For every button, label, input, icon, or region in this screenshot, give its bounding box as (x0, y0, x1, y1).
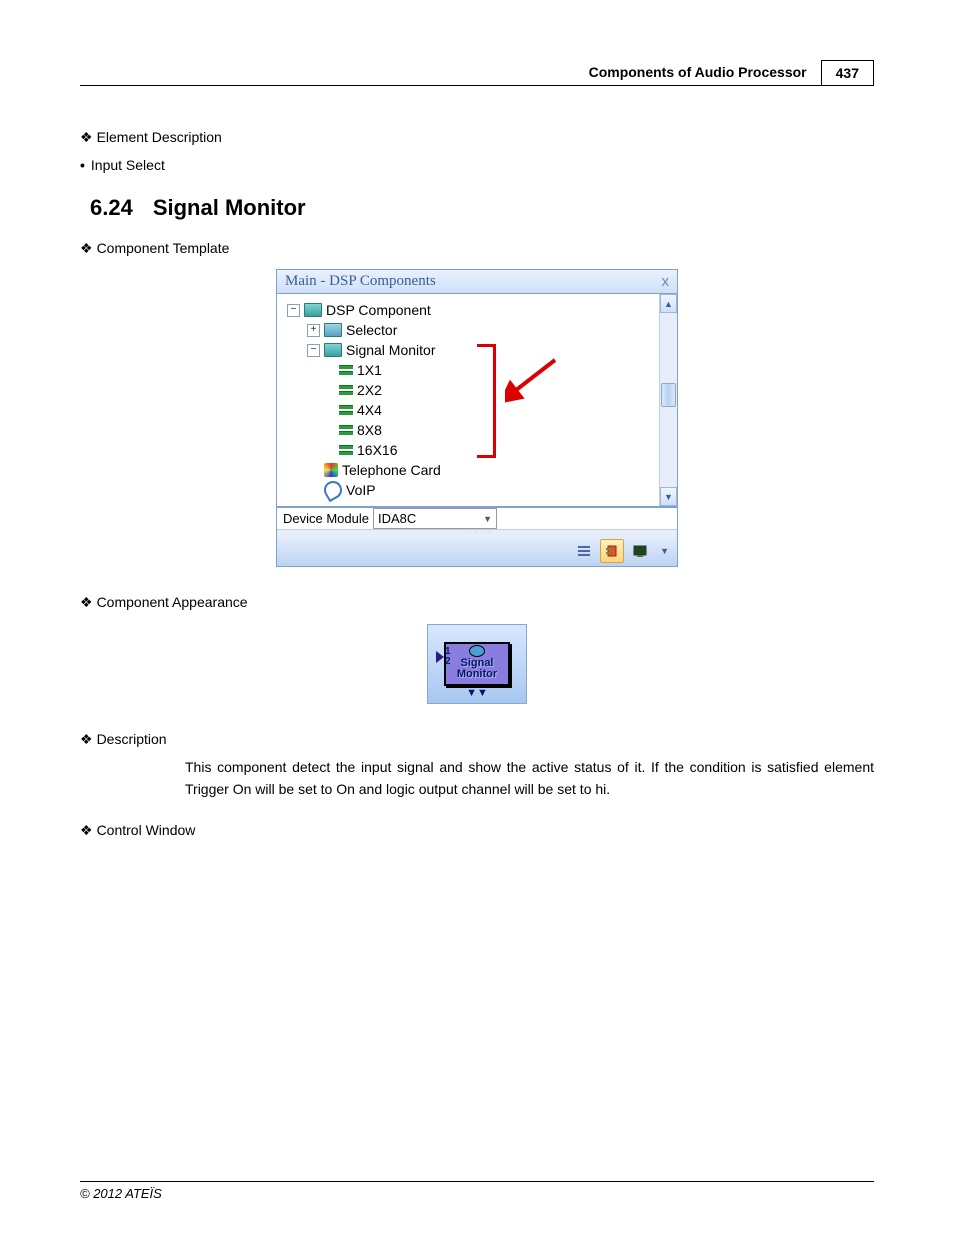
tree-label: 2X2 (357, 382, 382, 398)
scroll-up-icon[interactable]: ▲ (660, 294, 677, 313)
tree-label: Signal Monitor (346, 342, 436, 358)
tree-label: 4X4 (357, 402, 382, 418)
scroll-thumb[interactable] (661, 383, 676, 407)
expand-icon[interactable]: + (307, 324, 320, 337)
port-number: 2 (445, 657, 451, 667)
page-number: 437 (821, 60, 874, 85)
dsp-tree: − DSP Component + Selector − Signal Moni… (277, 294, 677, 506)
section-title: Signal Monitor (153, 195, 306, 221)
chevron-down-icon: ▼ (483, 514, 492, 524)
section-number: 6.24 (90, 195, 133, 221)
section-heading: 6.24 Signal Monitor (90, 195, 874, 221)
element-description-heading: Element Description (80, 126, 874, 148)
header-title: Components of Audio Processor (581, 60, 815, 85)
annotation-bracket (477, 344, 496, 458)
folder-closed-icon (324, 323, 342, 337)
component-appearance-block: 1 2 Signal Monitor ▼▼ (427, 624, 527, 704)
close-icon[interactable]: x (662, 273, 670, 290)
page-header: Components of Audio Processor 437 (80, 60, 874, 86)
folder-open-icon (304, 303, 322, 317)
component-input-ports: 1 2 (436, 647, 451, 667)
tree-voip[interactable]: VoIP (287, 480, 673, 500)
copyright: © 2012 ATEÏS (80, 1186, 162, 1201)
page-footer: © 2012 ATEÏS (80, 1181, 874, 1201)
device-module-value: IDA8C (378, 511, 416, 526)
port-triangle-icon (436, 651, 444, 663)
description-text: This component detect the input signal a… (185, 756, 874, 801)
folder-open-icon (324, 343, 342, 357)
input-select-item: Input Select (80, 154, 874, 176)
telephone-icon (324, 463, 338, 477)
module-icon (339, 445, 353, 455)
collapse-icon[interactable]: − (307, 344, 320, 357)
device-module-select[interactable]: IDA8C ▼ (373, 508, 497, 529)
scrollbar[interactable]: ▲ ▼ (659, 294, 677, 506)
toolbar-dropdown-icon[interactable]: ▼ (660, 546, 669, 556)
tree-label: DSP Component (326, 302, 431, 318)
component-output-arrows-icon: ▼▼ (428, 687, 526, 699)
module-icon (339, 385, 353, 395)
annotation-arrow-icon (505, 354, 565, 404)
voip-icon (321, 478, 346, 503)
device-module-label: Device Module (277, 508, 373, 529)
resize-gripper[interactable]: · · · · · (277, 529, 677, 536)
control-window-heading: Control Window (80, 819, 874, 841)
dsp-window-title: Main - DSP Components (285, 273, 436, 290)
component-label-line2: Monitor (448, 669, 506, 681)
scroll-track[interactable] (660, 313, 677, 487)
dsp-titlebar: Main - DSP Components x (277, 270, 677, 294)
tree-label: 16X16 (357, 442, 397, 458)
module-icon (339, 405, 353, 415)
tree-label: 1X1 (357, 362, 382, 378)
tree-label: VoIP (346, 482, 376, 498)
tree-label: 8X8 (357, 422, 382, 438)
dsp-components-window: Main - DSP Components x − DSP Component … (276, 269, 678, 567)
toolbar-component-icon[interactable] (600, 539, 624, 563)
module-icon (339, 425, 353, 435)
dsp-toolbar: ▼ (277, 536, 677, 566)
component-template-heading: Component Template (80, 237, 874, 259)
tree-label: Selector (346, 322, 397, 338)
tree-selector[interactable]: + Selector (287, 320, 673, 340)
component-module[interactable]: Signal Monitor (444, 642, 510, 686)
scroll-down-icon[interactable]: ▼ (660, 487, 677, 506)
module-icon (339, 365, 353, 375)
tree-label: Telephone Card (342, 462, 441, 478)
description-heading: Description (80, 728, 874, 750)
component-oval-icon (469, 645, 485, 657)
device-module-row: Device Module IDA8C ▼ (277, 507, 677, 529)
toolbar-monitor-icon[interactable] (628, 539, 652, 563)
toolbar-list-icon[interactable] (572, 539, 596, 563)
tree-root[interactable]: − DSP Component (287, 300, 673, 320)
tree-telephone-card[interactable]: Telephone Card (287, 460, 673, 480)
collapse-icon[interactable]: − (287, 304, 300, 317)
component-appearance-heading: Component Appearance (80, 591, 874, 613)
